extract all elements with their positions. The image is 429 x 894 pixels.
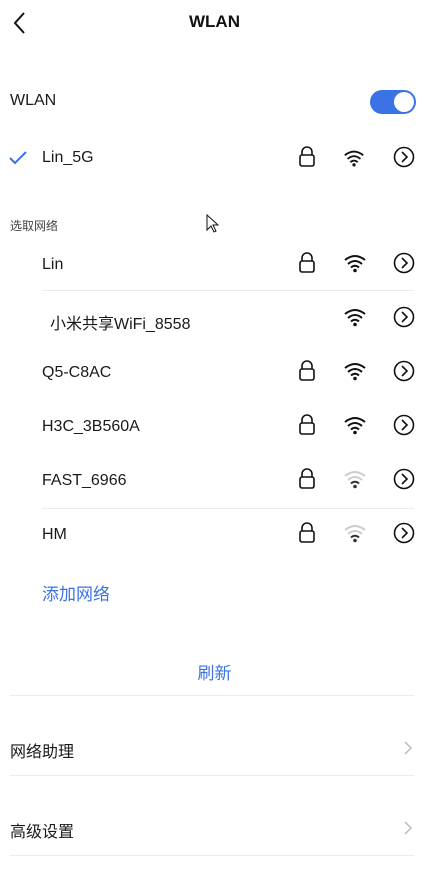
menu-network-assistant[interactable]: 网络助理	[10, 738, 74, 762]
wifi-icon	[343, 415, 367, 440]
network-detail-icon[interactable]	[393, 146, 415, 168]
divider	[10, 775, 414, 776]
lock-icon	[298, 252, 316, 279]
lock-icon	[299, 146, 315, 167]
network-detail-icon[interactable]	[393, 522, 415, 549]
add-network-link[interactable]: 添加网络	[42, 580, 110, 605]
network-detail-icon[interactable]	[393, 252, 415, 279]
network-item-label[interactable]: FAST_6966	[42, 472, 127, 490]
connected-ssid[interactable]: Lin_5G	[42, 149, 94, 167]
network-item-label[interactable]: H3C_3B560A	[42, 418, 140, 436]
network-item-label[interactable]: Q5-C8AC	[42, 364, 111, 382]
wifi-icon	[343, 469, 367, 494]
wifi-icon	[343, 307, 367, 332]
network-item-label[interactable]: HM	[42, 526, 67, 544]
network-detail-icon[interactable]	[393, 360, 415, 387]
divider	[10, 855, 414, 856]
network-item-label[interactable]: 小米共享WiFi_8558	[50, 310, 190, 334]
lock-icon	[298, 522, 316, 549]
lock-icon	[298, 360, 316, 387]
chevron-right-icon	[404, 821, 413, 835]
wlan-toggle[interactable]	[370, 90, 416, 114]
divider	[10, 695, 414, 696]
wifi-icon	[343, 361, 367, 386]
chevron-right-icon	[404, 741, 413, 755]
network-item-label[interactable]: Lin	[42, 256, 63, 274]
network-detail-icon[interactable]	[393, 414, 415, 441]
lock-icon	[298, 414, 316, 441]
mouse-cursor-icon	[206, 214, 220, 233]
checkmark-icon	[9, 151, 27, 165]
wlan-toggle-knob	[394, 92, 414, 112]
wifi-icon	[343, 523, 367, 548]
wifi-icon	[344, 150, 364, 167]
wlan-toggle-label: WLAN	[10, 92, 57, 109]
menu-advanced-settings[interactable]: 高级设置	[10, 818, 74, 842]
section-title: 选取网络	[10, 219, 59, 233]
network-detail-icon[interactable]	[393, 468, 415, 495]
lock-icon	[298, 468, 316, 495]
refresh-button[interactable]: 刷新	[0, 659, 429, 684]
page-title: WLAN	[189, 12, 240, 31]
divider	[42, 290, 414, 291]
network-detail-icon[interactable]	[393, 306, 415, 333]
divider	[42, 508, 414, 509]
wifi-icon	[343, 253, 367, 278]
